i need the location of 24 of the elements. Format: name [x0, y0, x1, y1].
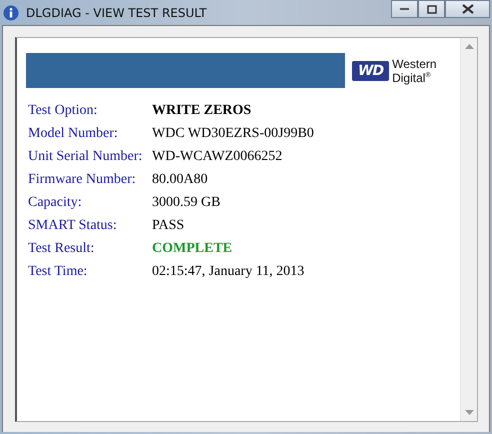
info-icon: [3, 4, 19, 20]
field-label: Model Number:: [28, 126, 119, 142]
field-label: SMART Status:: [28, 218, 118, 234]
field-value: WRITE ZEROS: [152, 102, 252, 118]
field-value: WDC WD30EZRS-00J99B0: [152, 126, 314, 142]
minimize-icon: [400, 7, 410, 11]
field-label: Unit Serial Number:: [28, 148, 144, 164]
field-value: 02:15:47, January 11, 2013: [152, 264, 304, 280]
close-button[interactable]: [445, 0, 490, 18]
field-label: Test Time:: [28, 264, 88, 280]
window-title: DLGDIAG - VIEW TEST RESULT: [26, 6, 207, 20]
field-value: PASS: [152, 218, 184, 234]
field-value: 80.00A80: [152, 172, 208, 188]
field-label: Test Option:: [28, 102, 98, 118]
field-label: Firmware Number:: [28, 172, 137, 188]
maximize-icon: [426, 4, 436, 14]
maximize-button[interactable]: [418, 0, 445, 18]
field-value: COMPLETE: [152, 240, 232, 256]
field-value: WD-WCAWZ0066252: [152, 148, 282, 164]
field-label: Test Result:: [28, 240, 96, 256]
close-icon: [462, 4, 474, 14]
field-value: 3000.59 GB: [152, 194, 220, 210]
field-label: Capacity:: [28, 194, 83, 210]
minimize-button[interactable]: [391, 0, 418, 18]
